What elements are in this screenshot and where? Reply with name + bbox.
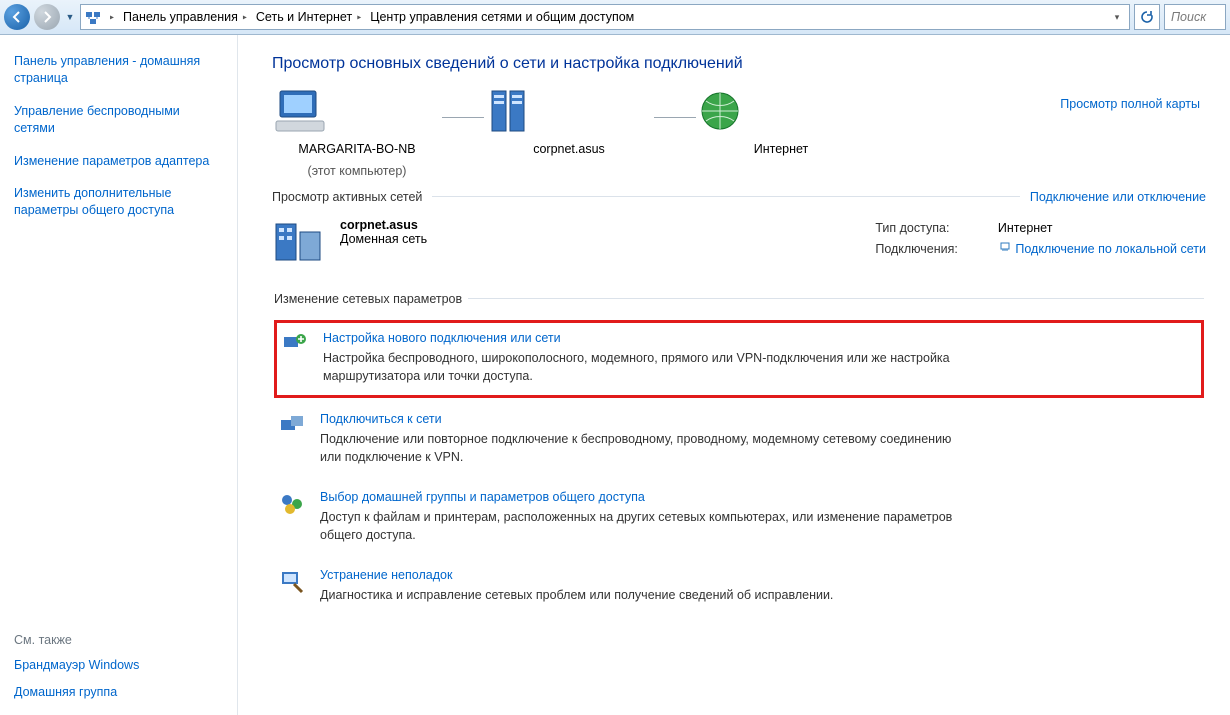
see-also-label: См. также [14, 633, 223, 647]
task-desc: Настройка беспроводного, широкополосного… [323, 349, 963, 385]
troubleshoot-icon [278, 568, 306, 596]
ethernet-icon [998, 239, 1012, 260]
task-connect[interactable]: Подключиться к сети Подключение или повт… [274, 402, 1204, 476]
active-network-row: corpnet.asus Доменная сеть Тип доступа: … [272, 218, 1206, 266]
connect-disconnect-link[interactable]: Подключение или отключение [1030, 190, 1206, 204]
map-node-internet[interactable]: Интернет [696, 87, 866, 157]
task-troubleshoot[interactable]: Устранение неполадок Диагностика и испра… [274, 558, 1204, 614]
lan-connection-link[interactable]: Подключение по локальной сети [1015, 242, 1206, 256]
sidebar-seealso-firewall[interactable]: Брандмауэр Windows [14, 657, 223, 674]
sidebar-seealso-homegroup[interactable]: Домашняя группа [14, 684, 223, 701]
task-link[interactable]: Подключиться к сети [320, 412, 960, 426]
task-desc: Диагностика и исправление сетевых пробле… [320, 586, 833, 604]
address-dropdown[interactable]: ▾ [1109, 12, 1125, 23]
task-new-connection[interactable]: Настройка нового подключения или сети На… [274, 320, 1204, 398]
search-placeholder: Поиск [1171, 10, 1206, 24]
refresh-button[interactable] [1134, 4, 1160, 30]
access-type-value: Интернет [998, 218, 1206, 239]
task-homegroup[interactable]: Выбор домашней группы и параметров общег… [274, 480, 1204, 554]
change-settings-label: Изменение сетевых параметров [274, 292, 468, 306]
access-type-label: Тип доступа: [875, 218, 958, 239]
network-kind: Доменная сеть [340, 232, 427, 246]
address-bar: ▼ ▸ Панель управления▸ Сеть и Интернет▸ … [0, 0, 1230, 35]
task-desc: Доступ к файлам и принтерам, расположенн… [320, 508, 960, 544]
sidebar-item-wireless[interactable]: Управление беспроводными сетями [14, 103, 223, 137]
connect-network-icon [278, 412, 306, 440]
computer-icon [272, 87, 328, 135]
forward-icon [41, 11, 53, 23]
connections-label: Подключения: [875, 239, 958, 260]
task-link[interactable]: Выбор домашней группы и параметров общег… [320, 490, 960, 504]
page-title: Просмотр основных сведений о сети и наст… [272, 55, 1206, 73]
globe-icon [696, 87, 744, 135]
address-field[interactable]: ▸ Панель управления▸ Сеть и Интернет▸ Це… [80, 4, 1130, 30]
network-map: MARGARITA-BO-NB (этот компьютер) corpnet… [272, 87, 1206, 184]
back-button[interactable] [4, 4, 30, 30]
server-tower-icon [484, 87, 532, 135]
back-icon [11, 11, 23, 23]
active-networks-header: Просмотр активных сетей Подключение или … [272, 190, 1206, 204]
sidebar: Панель управления - домашняя страница Уп… [0, 35, 238, 715]
homegroup-icon [278, 490, 306, 518]
search-input[interactable]: Поиск [1164, 4, 1226, 30]
map-link [442, 117, 484, 119]
breadcrumb-item[interactable]: Центр управления сетями и общим доступом [370, 10, 634, 24]
domain-network-icon [272, 218, 326, 266]
nav-history-dropdown[interactable]: ▼ [64, 4, 76, 30]
network-center-icon [85, 9, 101, 25]
breadcrumb-item[interactable]: Панель управления▸ [123, 10, 252, 24]
new-connection-icon [281, 331, 309, 359]
sidebar-item-home[interactable]: Панель управления - домашняя страница [14, 53, 223, 87]
sidebar-item-adapter[interactable]: Изменение параметров адаптера [14, 153, 223, 170]
map-node-domain[interactable]: corpnet.asus [484, 87, 654, 157]
task-link[interactable]: Устранение неполадок [320, 568, 833, 582]
task-desc: Подключение или повторное подключение к … [320, 430, 960, 466]
refresh-icon [1140, 10, 1154, 24]
network-name[interactable]: corpnet.asus [340, 218, 427, 232]
map-node-this-pc[interactable]: MARGARITA-BO-NB (этот компьютер) [272, 87, 442, 180]
change-settings-section: Изменение сетевых параметров Настройка н… [274, 292, 1204, 619]
map-link [654, 117, 696, 119]
task-link[interactable]: Настройка нового подключения или сети [323, 331, 963, 345]
main-panel: Просмотр основных сведений о сети и наст… [238, 35, 1230, 715]
forward-button[interactable] [34, 4, 60, 30]
view-full-map-link[interactable]: Просмотр полной карты [1060, 97, 1200, 111]
breadcrumb-item[interactable]: Сеть и Интернет▸ [256, 10, 366, 24]
sidebar-item-sharing[interactable]: Изменить дополнительные параметры общего… [14, 185, 223, 219]
